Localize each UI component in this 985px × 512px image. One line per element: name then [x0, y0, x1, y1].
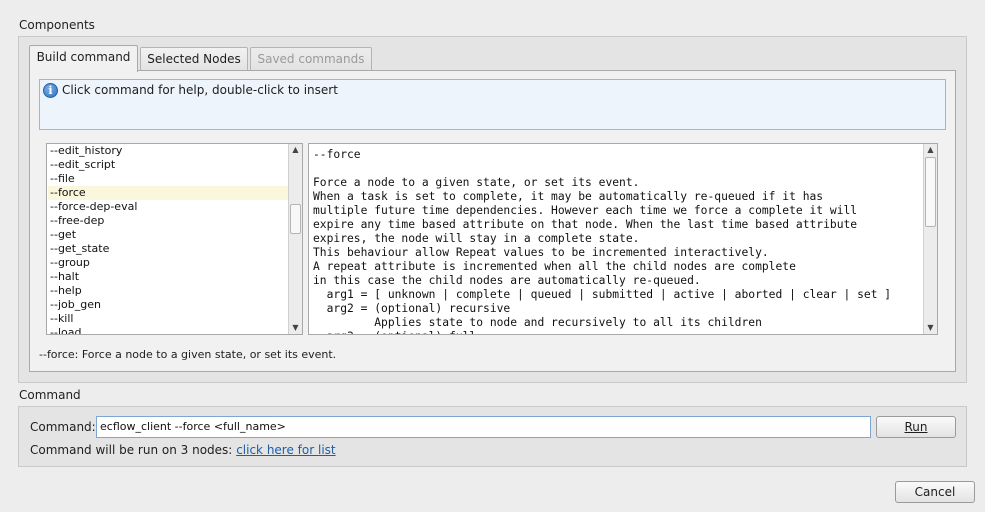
tab-saved-commands: Saved commands	[250, 47, 372, 71]
list-item[interactable]: --job_gen	[48, 298, 288, 312]
list-item[interactable]: --edit_history	[48, 144, 288, 158]
scroll-down-icon[interactable]: ▼	[924, 322, 937, 334]
info-box: i Click command for help, double-click t…	[39, 79, 946, 130]
info-icon: i	[43, 83, 58, 98]
tab-build-command[interactable]: Build command	[29, 45, 138, 72]
list-item[interactable]: --force-dep-eval	[48, 200, 288, 214]
list-item[interactable]: --kill	[48, 312, 288, 326]
nodes-info: Command will be run on 3 nodes: click he…	[30, 443, 336, 457]
run-button-label: Run	[904, 420, 928, 434]
list-item[interactable]: --load	[48, 326, 288, 334]
list-item[interactable]: --file	[48, 172, 288, 186]
info-text: Click command for help, double-click to …	[62, 83, 338, 97]
command-list[interactable]: --edit_history --edit_script --file --fo…	[46, 143, 303, 335]
list-item-selected[interactable]: --force	[48, 186, 288, 200]
nodes-list-link[interactable]: click here for list	[236, 443, 335, 457]
list-item[interactable]: --get_state	[48, 242, 288, 256]
list-item[interactable]: --help	[48, 284, 288, 298]
command-label: Command:	[30, 420, 96, 434]
scroll-up-icon[interactable]: ▲	[924, 144, 937, 156]
help-text: --force Force a node to a given state, o…	[313, 148, 892, 334]
list-item[interactable]: --halt	[48, 270, 288, 284]
help-text-panel[interactable]: --force Force a node to a given state, o…	[308, 143, 938, 335]
scroll-thumb[interactable]	[925, 157, 936, 227]
tab-selected-nodes[interactable]: Selected Nodes	[140, 47, 248, 71]
run-button[interactable]: Run	[876, 416, 956, 438]
components-group-title: Components	[19, 18, 95, 32]
scroll-thumb[interactable]	[290, 204, 301, 234]
nodes-info-text: Command will be run on 3 nodes:	[30, 443, 233, 457]
command-input[interactable]: ecflow_client --force <full_name>	[96, 416, 871, 438]
help-text-scrollbar[interactable]: ▲ ▼	[923, 144, 937, 334]
list-item[interactable]: --get	[48, 228, 288, 242]
list-item[interactable]: --edit_script	[48, 158, 288, 172]
list-item[interactable]: --free-dep	[48, 214, 288, 228]
scroll-down-icon[interactable]: ▼	[289, 322, 302, 334]
scroll-up-icon[interactable]: ▲	[289, 144, 302, 156]
command-list-scrollbar[interactable]: ▲ ▼	[288, 144, 302, 334]
cancel-button[interactable]: Cancel	[895, 481, 975, 503]
list-item[interactable]: --group	[48, 256, 288, 270]
command-status-text: --force: Force a node to a given state, …	[39, 348, 337, 361]
command-group-title: Command	[19, 388, 81, 402]
